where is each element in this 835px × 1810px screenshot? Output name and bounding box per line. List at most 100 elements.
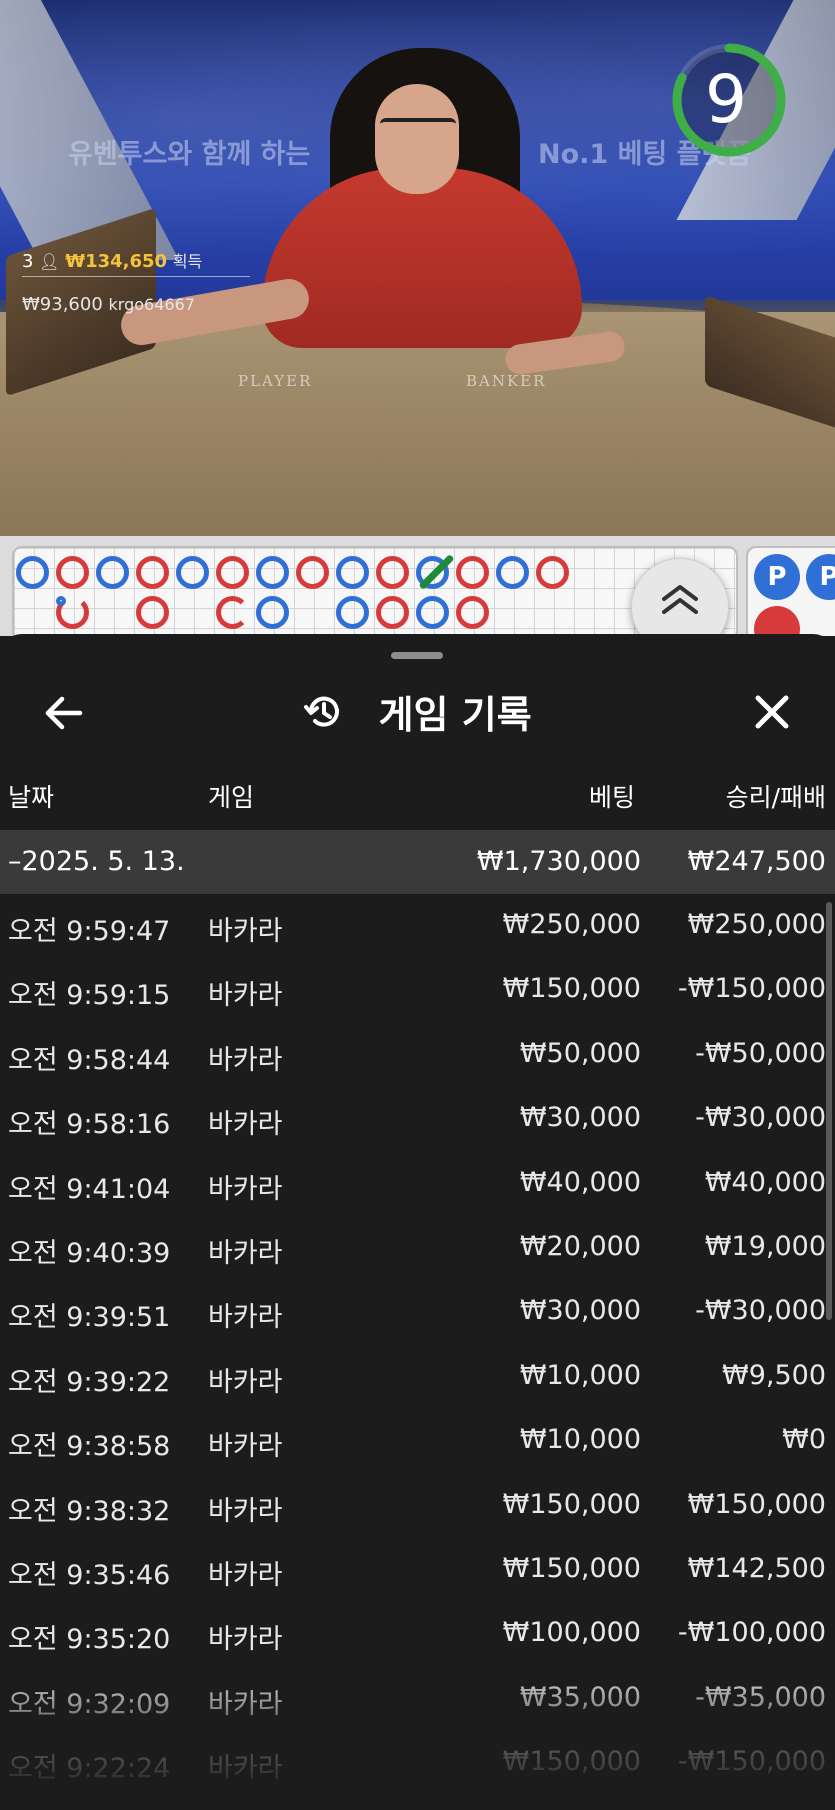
bead-player xyxy=(336,556,369,589)
row-game: 바카라 xyxy=(208,1560,283,1591)
history-row[interactable]: 오전 9:32:09 바카라 ₩35,000 -₩35,000 xyxy=(0,1667,835,1731)
chip-player: P xyxy=(754,554,800,600)
bead-player xyxy=(496,556,529,589)
row-game: 바카라 xyxy=(208,1044,283,1076)
row-bet: ₩10,000 xyxy=(519,1359,641,1391)
bead-player-dot xyxy=(56,596,66,606)
bead-banker xyxy=(376,556,409,589)
top-winner: ₩93,600 krgo64667 xyxy=(22,294,195,315)
row-time: 오전 9:22:24 xyxy=(8,1753,171,1785)
row-bet: ₩150,000 xyxy=(502,1553,641,1584)
row-game: 바카라 xyxy=(208,1302,283,1334)
row-game: 바카라 xyxy=(208,1238,283,1269)
row-bet: ₩30,000 xyxy=(519,1295,641,1327)
close-button[interactable] xyxy=(750,690,794,734)
row-time: 오전 9:59:47 xyxy=(8,916,171,947)
row-bet: ₩150,000 xyxy=(502,973,641,1005)
game-history-sheet[interactable]: 게임 기록 날짜 게임 베팅 승리/패배 –2025. 5. 13. ₩1,73… xyxy=(0,634,835,1810)
history-row[interactable]: 오전 9:59:15 바카라 ₩150,000 -₩150,000 xyxy=(0,958,835,1022)
row-winloss: -₩150,000 xyxy=(677,973,826,1005)
row-winloss: ₩150,000 xyxy=(687,1488,826,1520)
row-time: 오전 9:32:09 xyxy=(8,1688,171,1720)
column-bet[interactable]: 베팅 xyxy=(589,778,635,814)
history-row[interactable]: 오전 9:40:39 바카라 ₩20,000 ₩19,000 xyxy=(0,1216,835,1280)
history-row[interactable]: 오전 9:22:24 바카라 ₩150,000 -₩150,000 xyxy=(0,1731,835,1795)
row-time: 오전 9:40:39 xyxy=(8,1238,171,1269)
chip-banker xyxy=(754,606,800,636)
history-row[interactable]: 오전 9:39:51 바카라 ₩30,000 -₩30,000 xyxy=(0,1280,835,1344)
row-time: 오전 9:39:51 xyxy=(8,1302,171,1334)
bead-player xyxy=(96,556,129,589)
history-row[interactable]: 오전 9:58:44 바카라 ₩50,000 -₩50,000 xyxy=(0,1023,835,1087)
bead-banker xyxy=(216,596,249,629)
row-winloss: -₩30,000 xyxy=(695,1102,826,1134)
history-row[interactable]: 오전 9:35:46 바카라 ₩150,000 ₩142,500 xyxy=(0,1538,835,1602)
live-video-stream[interactable]: 유벤투스와 함께 하는 No.1 베팅 플랫폼 PLAYER BANKER 3 … xyxy=(0,0,835,536)
bead-player xyxy=(256,556,289,589)
column-date[interactable]: 날짜 xyxy=(8,778,54,814)
row-winloss: -₩150,000 xyxy=(677,1746,826,1778)
row-game: 바카라 xyxy=(208,1431,283,1463)
bead-player xyxy=(416,596,449,629)
row-winloss: -₩35,000 xyxy=(695,1681,826,1713)
countdown-timer: 9 xyxy=(705,61,747,138)
row-winloss: ₩250,000 xyxy=(687,909,826,940)
date-group-row[interactable]: –2025. 5. 13. ₩1,730,000 ₩247,500 xyxy=(0,830,835,894)
column-game[interactable]: 게임 xyxy=(208,778,254,814)
row-winloss: ₩40,000 xyxy=(704,1166,826,1198)
bead-player xyxy=(16,556,49,589)
chip-player: P xyxy=(806,554,835,600)
winners-suffix: 획득 xyxy=(172,252,203,271)
row-bet: ₩250,000 xyxy=(502,909,641,940)
history-row[interactable]: 오전 9:35:20 바카라 ₩100,000 -₩100,000 xyxy=(0,1602,835,1666)
row-game: 바카라 xyxy=(208,1753,283,1785)
history-row[interactable]: 오전 9:41:04 바카라 ₩40,000 ₩40,000 xyxy=(0,1152,835,1216)
row-time: 오전 9:39:22 xyxy=(8,1366,171,1398)
row-bet: ₩35,000 xyxy=(519,1681,641,1713)
table-label-player: PLAYER xyxy=(238,372,313,390)
row-bet: ₩50,000 xyxy=(519,1037,641,1069)
person-icon: 👤︎ xyxy=(39,252,60,271)
row-game: 바카라 xyxy=(208,1688,283,1720)
history-row[interactable]: 오전 9:59:47 바카라 ₩250,000 ₩250,000 xyxy=(0,894,835,958)
bead-player xyxy=(176,556,209,589)
row-game: 바카라 xyxy=(208,1173,283,1205)
row-bet: ₩20,000 xyxy=(519,1231,641,1262)
row-game: 바카라 xyxy=(208,1109,283,1141)
sheet-drag-handle[interactable] xyxy=(391,652,443,659)
row-game: 바카라 xyxy=(208,1366,283,1398)
close-icon xyxy=(755,695,789,729)
row-winloss: ₩0 xyxy=(782,1424,826,1456)
bead-road[interactable] xyxy=(12,546,738,636)
history-row[interactable]: 오전 9:38:32 바카라 ₩150,000 ₩150,000 xyxy=(0,1474,835,1538)
winners-summary: 3 👤︎ ₩134,650 획득 xyxy=(22,248,250,277)
history-row[interactable]: 오전 9:58:16 바카라 ₩30,000 -₩30,000 xyxy=(0,1087,835,1151)
row-game: 바카라 xyxy=(208,1495,283,1527)
table-label-banker: BANKER xyxy=(466,372,547,390)
bead-banker xyxy=(456,556,489,589)
bead-plate[interactable]: P P xyxy=(746,546,835,636)
row-time: 오전 9:59:15 xyxy=(8,980,171,1012)
history-row[interactable]: 오전 9:38:58 바카라 ₩10,000 ₩0 xyxy=(0,1409,835,1473)
dealer-glasses xyxy=(380,118,456,142)
row-time: 오전 9:35:46 xyxy=(8,1560,171,1591)
row-time: 오전 9:58:16 xyxy=(8,1109,171,1141)
row-bet: ₩40,000 xyxy=(519,1166,641,1198)
bead-banker xyxy=(136,596,169,629)
group-date: –2025. 5. 13. xyxy=(8,846,185,877)
top-winner-user: krgo64667 xyxy=(108,295,195,314)
bead-banker xyxy=(456,596,489,629)
column-winloss[interactable]: 승리/패배 xyxy=(726,778,826,814)
row-winloss: ₩9,500 xyxy=(722,1359,826,1391)
row-bet: ₩100,000 xyxy=(502,1617,641,1649)
history-row[interactable]: 오전 9:39:22 바카라 ₩10,000 ₩9,500 xyxy=(0,1345,835,1409)
bead-banker xyxy=(536,556,569,589)
group-total-winloss: ₩247,500 xyxy=(687,846,826,877)
scrollbar[interactable] xyxy=(826,902,832,1320)
row-game: 바카라 xyxy=(208,1624,283,1656)
row-winloss: -₩100,000 xyxy=(677,1617,826,1649)
row-time: 오전 9:41:04 xyxy=(8,1173,171,1205)
row-time: 오전 9:35:20 xyxy=(8,1624,171,1656)
row-bet: ₩150,000 xyxy=(502,1746,641,1778)
row-bet: ₩30,000 xyxy=(519,1102,641,1134)
